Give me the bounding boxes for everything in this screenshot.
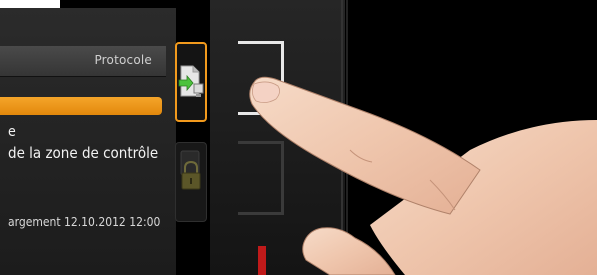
progress-bar — [0, 97, 162, 115]
divider — [341, 0, 343, 275]
status-marker — [258, 246, 266, 275]
document-export-icon — [178, 65, 204, 97]
device-screen: Protocole e de la zone de contrôle argem… — [0, 0, 597, 275]
protocol-panel: Protocole e de la zone de contrôle argem… — [0, 8, 176, 275]
panel-header[interactable]: Protocole — [0, 46, 166, 77]
protocol-line-1: e — [8, 124, 16, 140]
drop-slot[interactable] — [238, 141, 284, 215]
lock-icon — [180, 150, 201, 190]
protocol-line-2: de la zone de contrôle — [8, 144, 159, 162]
lock-button[interactable] — [175, 142, 207, 222]
divider — [346, 0, 348, 275]
protocol-date-line: argement 12.10.2012 12:00 — [8, 215, 161, 229]
panel-header-title: Protocole — [94, 53, 152, 67]
drop-slot[interactable] — [238, 41, 284, 115]
export-button[interactable] — [175, 42, 207, 122]
